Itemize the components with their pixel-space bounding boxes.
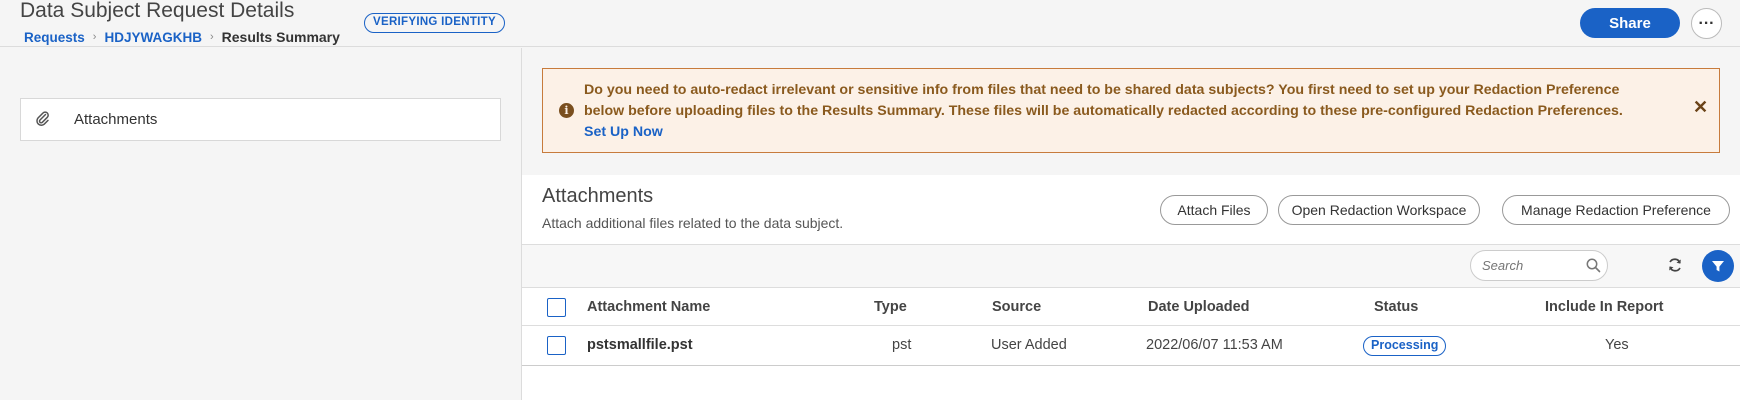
manage-redaction-preference-button[interactable]: Manage Redaction Preference xyxy=(1502,195,1730,225)
column-header-include-in-report[interactable]: Include In Report xyxy=(1545,299,1663,315)
share-button[interactable]: Share xyxy=(1580,8,1680,38)
page-title: Data Subject Request Details xyxy=(20,0,295,22)
attachment-date-uploaded: 2022/06/07 11:53 AM xyxy=(1146,337,1283,353)
select-all-checkbox[interactable] xyxy=(547,298,566,317)
attachment-name[interactable]: pstsmallfile.pst xyxy=(587,337,693,353)
attachment-source: User Added xyxy=(991,337,1067,353)
sidebar-item-attachments[interactable]: Attachments xyxy=(20,98,501,141)
redaction-alert: i Do you need to auto-redact irrelevant … xyxy=(542,68,1720,153)
breadcrumb-request-id-link[interactable]: HDJYWAGKHB xyxy=(104,30,202,45)
row-checkbox[interactable] xyxy=(547,336,566,355)
sidebar-item-label: Attachments xyxy=(74,111,158,128)
breadcrumb-current: Results Summary xyxy=(221,29,340,45)
left-sidebar: Attachments xyxy=(0,48,522,400)
ellipsis-icon: ··· xyxy=(1698,14,1715,32)
table-header-row: Attachment Name Type Source Date Uploade… xyxy=(522,289,1740,326)
column-header-attachment-name[interactable]: Attachment Name xyxy=(587,299,710,315)
chevron-right-icon: › xyxy=(209,31,214,43)
filter-button[interactable] xyxy=(1702,250,1734,282)
refresh-icon[interactable] xyxy=(1667,257,1683,273)
info-icon: i xyxy=(559,103,574,118)
search-icon[interactable] xyxy=(1586,258,1601,273)
column-header-source[interactable]: Source xyxy=(992,299,1041,315)
attachments-subtitle: Attach additional files related to the d… xyxy=(542,215,844,231)
attachments-title: Attachments xyxy=(542,185,654,207)
table-toolbar xyxy=(522,244,1740,288)
column-header-type[interactable]: Type xyxy=(874,299,907,315)
breadcrumb: Requests › HDJYWAGKHB › Results Summary xyxy=(24,29,340,45)
alert-message-text: Do you need to auto-redact irrelevant or… xyxy=(584,82,1623,119)
alert-message: Do you need to auto-redact irrelevant or… xyxy=(584,80,1644,143)
open-redaction-workspace-button[interactable]: Open Redaction Workspace xyxy=(1278,195,1480,225)
paperclip-icon xyxy=(36,111,49,126)
breadcrumb-requests-link[interactable]: Requests xyxy=(24,30,85,45)
column-header-status[interactable]: Status xyxy=(1374,299,1418,315)
include-in-report-value: Yes xyxy=(1605,337,1629,353)
table-row[interactable]: pstsmallfile.pst pst User Added 2022/06/… xyxy=(522,326,1740,366)
close-icon[interactable]: ✕ xyxy=(1693,97,1708,118)
filter-icon xyxy=(1712,261,1724,272)
status-badge: VERIFYING IDENTITY xyxy=(364,13,505,33)
attachment-type: pst xyxy=(892,337,912,353)
chevron-right-icon: › xyxy=(92,31,97,43)
column-header-date-uploaded[interactable]: Date Uploaded xyxy=(1148,299,1250,315)
attach-files-button[interactable]: Attach Files xyxy=(1160,195,1268,225)
set-up-now-link[interactable]: Set Up Now xyxy=(584,122,1644,143)
status-badge: Processing xyxy=(1363,336,1447,356)
more-options-button[interactable]: ··· xyxy=(1691,8,1722,39)
attachments-panel: Attachments Attach additional files rela… xyxy=(522,175,1740,400)
page-header: Data Subject Request Details VERIFYING I… xyxy=(0,0,1740,47)
